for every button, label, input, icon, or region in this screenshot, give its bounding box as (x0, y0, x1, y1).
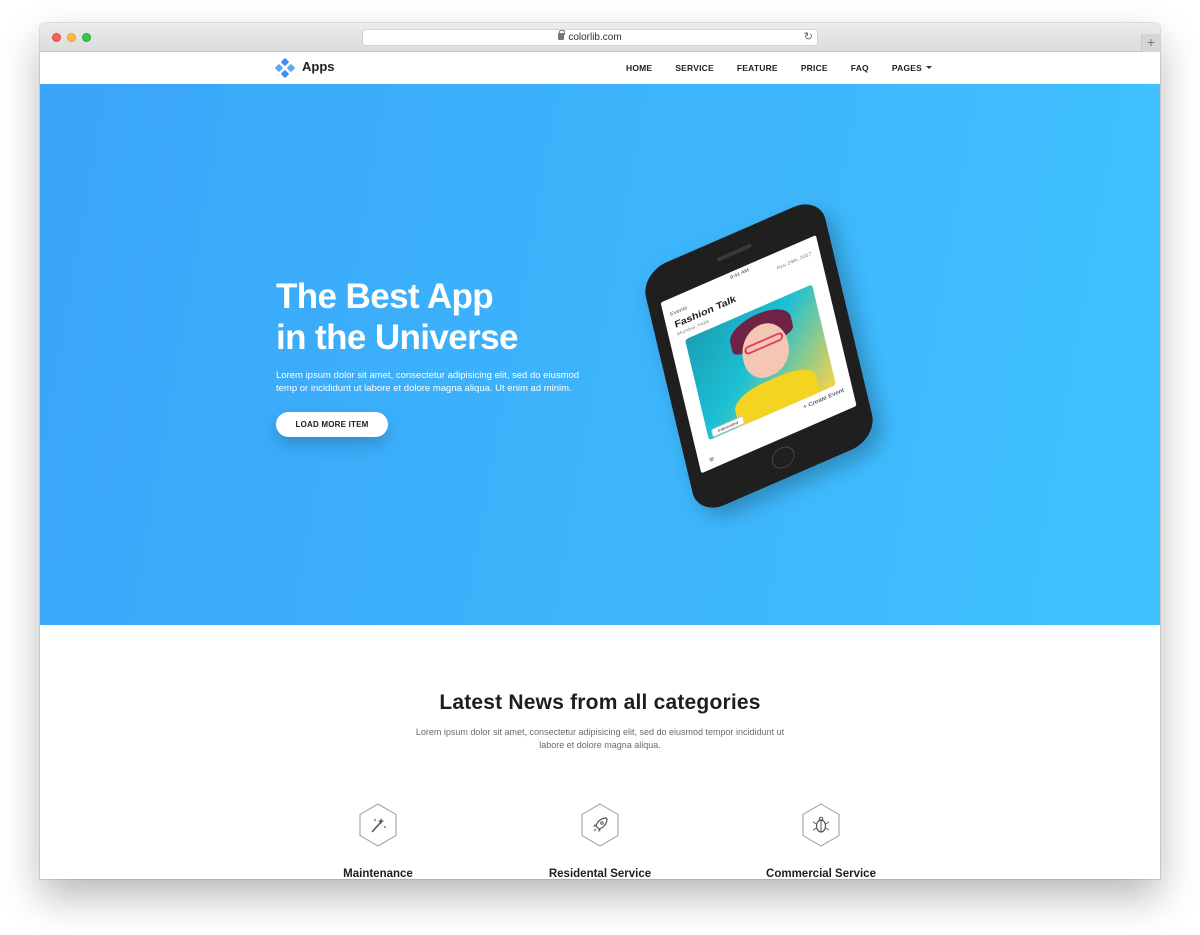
minimize-window-button[interactable] (67, 33, 76, 42)
phone-screen: 9:41 AM Events Nov 24th, 2017 Fashion Ta… (660, 235, 857, 474)
nav-service[interactable]: SERVICE (675, 63, 714, 73)
news-section-description: Lorem ipsum dolor sit amet, consectetur … (415, 727, 785, 750)
hero-section: The Best App in the Universe Lorem ipsum… (40, 84, 1160, 625)
nav-pages-label: PAGES (891, 63, 923, 73)
phone-speaker (716, 243, 752, 262)
nav-faq[interactable]: FAQ (851, 63, 869, 73)
service-residental[interactable]: Residental Service (500, 803, 700, 879)
service-commercial[interactable]: Commercial Service (721, 803, 921, 879)
load-more-button[interactable]: LOAD MORE ITEM (276, 412, 388, 437)
lock-icon (558, 30, 566, 40)
new-tab-button[interactable]: + (1141, 34, 1160, 52)
site-navbar: Apps HOME SERVICE FEATURE PRICE FAQ PAGE… (40, 52, 1160, 84)
magic-wand-icon (368, 816, 388, 834)
phone-mockup: 9:41 AM Events Nov 24th, 2017 Fashion Ta… (600, 195, 930, 517)
phone-body: 9:41 AM Events Nov 24th, 2017 Fashion Ta… (640, 195, 878, 517)
phone-home-button (769, 442, 797, 473)
bug-icon (811, 816, 831, 834)
browser-window: colorlib.com ↻ + Apps HOME SERVICE FEATU… (40, 23, 1160, 879)
service-maintenance[interactable]: Maintenance (278, 803, 478, 879)
hamburger-menu-icon: ≡ (708, 454, 716, 465)
nav-home[interactable]: HOME (626, 63, 652, 73)
hero-title-line1: The Best App (276, 277, 494, 316)
caret-down-icon (926, 66, 933, 70)
rocket-icon (590, 816, 610, 834)
news-section-title: Latest News from all categories (439, 691, 761, 714)
address-bar[interactable]: colorlib.com ↻ (362, 29, 818, 46)
brand-name[interactable]: Apps (302, 59, 335, 74)
service-label: Maintenance (343, 868, 413, 879)
url-text: colorlib.com (568, 32, 622, 43)
nav-price[interactable]: PRICE (801, 63, 828, 73)
hero-title-line2: in the Universe (276, 318, 519, 357)
close-window-button[interactable] (52, 33, 61, 42)
nav-feature[interactable]: FEATURE (737, 63, 778, 73)
service-label: Commercial Service (766, 868, 876, 879)
hero-title: The Best App in the Universe (276, 276, 636, 358)
hero-description: Lorem ipsum dolor sit amet, consectetur … (276, 370, 580, 394)
nav-pages-dropdown[interactable]: PAGES (891, 63, 933, 73)
service-label: Residental Service (548, 868, 652, 879)
main-menu: HOME SERVICE FEATURE PRICE FAQ PAGES (626, 63, 955, 73)
reload-icon[interactable]: ↻ (804, 31, 813, 44)
url-display: colorlib.com (363, 30, 817, 43)
maximize-window-button[interactable] (82, 33, 91, 42)
browser-chrome: colorlib.com ↻ + (40, 23, 1160, 52)
logo-icon[interactable] (274, 57, 296, 79)
